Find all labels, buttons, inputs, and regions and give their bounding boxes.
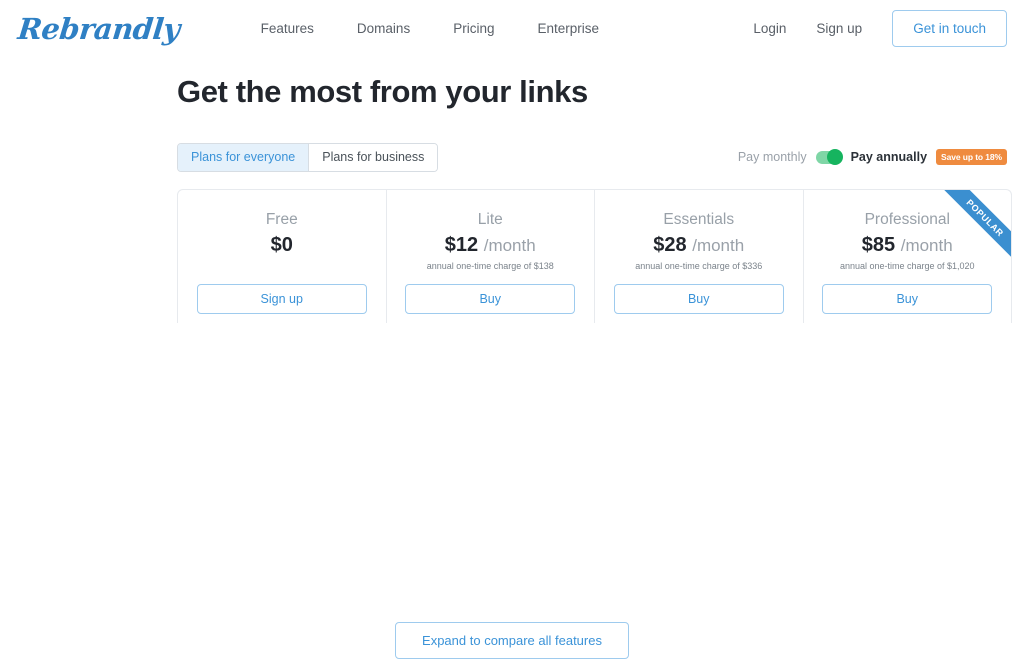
top-navbar: Rebrandly Features Domains Pricing Enter… [0,0,1024,57]
save-badge: Save up to 18% [936,149,1007,165]
feature-comparison-table: Clicks tracked per month i 2,500 10,000 … [0,323,1024,612]
tab-plans-for-everyone[interactable]: Plans for everyone [178,143,309,171]
plan-price: $12 /month [387,233,595,258]
plan-cta-button[interactable]: Buy [613,284,784,314]
pay-monthly-label[interactable]: Pay monthly [738,150,807,164]
plan-note [178,261,386,273]
plan-card-lite: Lite $12 /month annual one-time charge o… [385,190,595,323]
plan-name: Essentials [663,211,735,228]
plan-price-amount: $85 [861,234,896,256]
login-link[interactable]: Login [753,21,786,36]
plan-card-professional: POPULAR Professional $85 /month annual o… [802,190,1011,323]
plan-cards: Free $0 Sign up Lite $12 /month annual o… [177,189,1012,323]
expand-compare-button[interactable]: Expand to compare all features [395,621,629,659]
plan-price: $28 /month [595,233,803,258]
rebrandly-logo[interactable]: Rebrandly [12,12,181,46]
plan-audience-tabs: Plans for everyone Plans for business [177,142,439,172]
pricing-page: Rebrandly Features Domains Pricing Enter… [0,0,1024,668]
get-in-touch-button[interactable]: Get in touch [892,10,1007,47]
nav-actions: Login Sign up Get in touch [753,10,1007,47]
primary-nav: Features Domains Pricing Enterprise [261,21,599,36]
popular-ribbon: POPULAR [939,190,1011,262]
plan-cta-button[interactable]: Buy [822,284,993,314]
plan-price-period: /month [483,236,536,255]
tab-plans-for-business[interactable]: Plans for business [308,143,438,171]
plan-name: Free [265,211,298,228]
plan-price-amount: $12 [444,234,479,256]
plan-price: $0 [178,233,386,258]
plan-cta-button[interactable]: Buy [405,284,576,314]
popular-ribbon-label: POPULAR [939,190,1011,262]
signup-link[interactable]: Sign up [816,21,862,36]
plan-price-period: /month [692,236,745,255]
toggle-knob [826,148,843,165]
plan-note: annual one-time charge of $138 [426,261,554,271]
table-footer: Expand to compare all features [0,612,1024,668]
billing-period-switcher: Pay monthly Pay annually Save up to 18% [738,148,1007,165]
plan-note: annual one-time charge of $336 [635,261,763,271]
nav-link-features[interactable]: Features [261,21,314,36]
plan-note: annual one-time charge of $1,020 [839,261,975,271]
pay-annually-label[interactable]: Pay annually [851,150,927,164]
nav-link-enterprise[interactable]: Enterprise [537,21,599,36]
plan-price-amount: $0 [270,234,293,256]
plan-controls: Plans for everyone Plans for business Pa… [177,142,1007,172]
nav-link-domains[interactable]: Domains [357,21,410,36]
page-title: Get the most from your links [177,74,588,109]
plan-cta-button[interactable]: Sign up [196,284,367,314]
plan-price-amount: $28 [653,234,687,256]
nav-link-pricing[interactable]: Pricing [453,21,494,36]
billing-toggle[interactable] [815,148,843,165]
plan-card-free: Free $0 Sign up [178,190,386,323]
plan-name: Lite [477,211,503,228]
plan-card-essentials: Essentials $28 /month annual one-time ch… [594,190,803,323]
